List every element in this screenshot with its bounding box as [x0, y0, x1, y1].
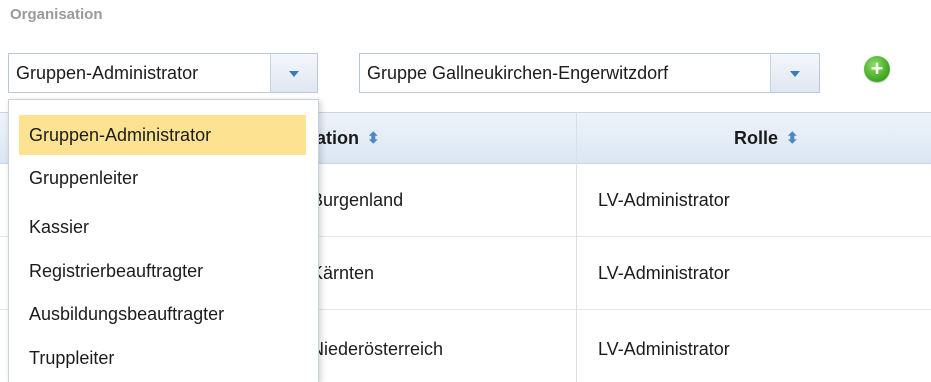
sort-icon[interactable]: ⬍: [786, 114, 799, 164]
dropdown-option[interactable]: Registrierbeauftragter: [19, 251, 306, 291]
role-select[interactable]: Gruppen-Administrator: [8, 53, 318, 93]
group-select[interactable]: Gruppe Gallneukirchen-Engerwitzdorf: [359, 53, 820, 93]
sort-icon[interactable]: ⬍: [367, 114, 380, 164]
dropdown-option[interactable]: Gruppenleiter: [19, 158, 306, 198]
dropdown-option[interactable]: Kassier: [19, 207, 306, 247]
role-select-toggle[interactable]: [271, 54, 317, 92]
group-select-toggle[interactable]: [771, 54, 819, 92]
add-button[interactable]: +: [864, 56, 890, 82]
column-header-rolle-label: Rolle: [734, 128, 779, 148]
column-header-rolle[interactable]: Rolle ⬍: [734, 113, 799, 163]
dropdown-option[interactable]: Truppleiter: [19, 338, 306, 378]
role-select-value[interactable]: Gruppen-Administrator: [9, 54, 271, 92]
role-dropdown-list: Gruppen-Administrator Gruppenleiter Kass…: [8, 99, 319, 382]
organisation-panel: Organisation Gruppen-Administrator Grupp…: [0, 0, 931, 382]
cell-rolle: LV-Administrator: [598, 263, 730, 283]
chevron-down-icon: [289, 71, 299, 77]
section-title: Organisation: [10, 6, 103, 23]
dropdown-option[interactable]: Gruppen-Administrator: [19, 115, 306, 155]
cell-rolle: LV-Administrator: [598, 190, 730, 210]
dropdown-option[interactable]: Ausbildungsbeauftragter: [19, 294, 306, 334]
plus-circle-icon: +: [870, 56, 884, 81]
group-select-value[interactable]: Gruppe Gallneukirchen-Engerwitzdorf: [360, 54, 771, 92]
chevron-down-icon: [790, 71, 800, 77]
column-divider: [576, 112, 577, 382]
cell-rolle: LV-Administrator: [598, 339, 730, 359]
